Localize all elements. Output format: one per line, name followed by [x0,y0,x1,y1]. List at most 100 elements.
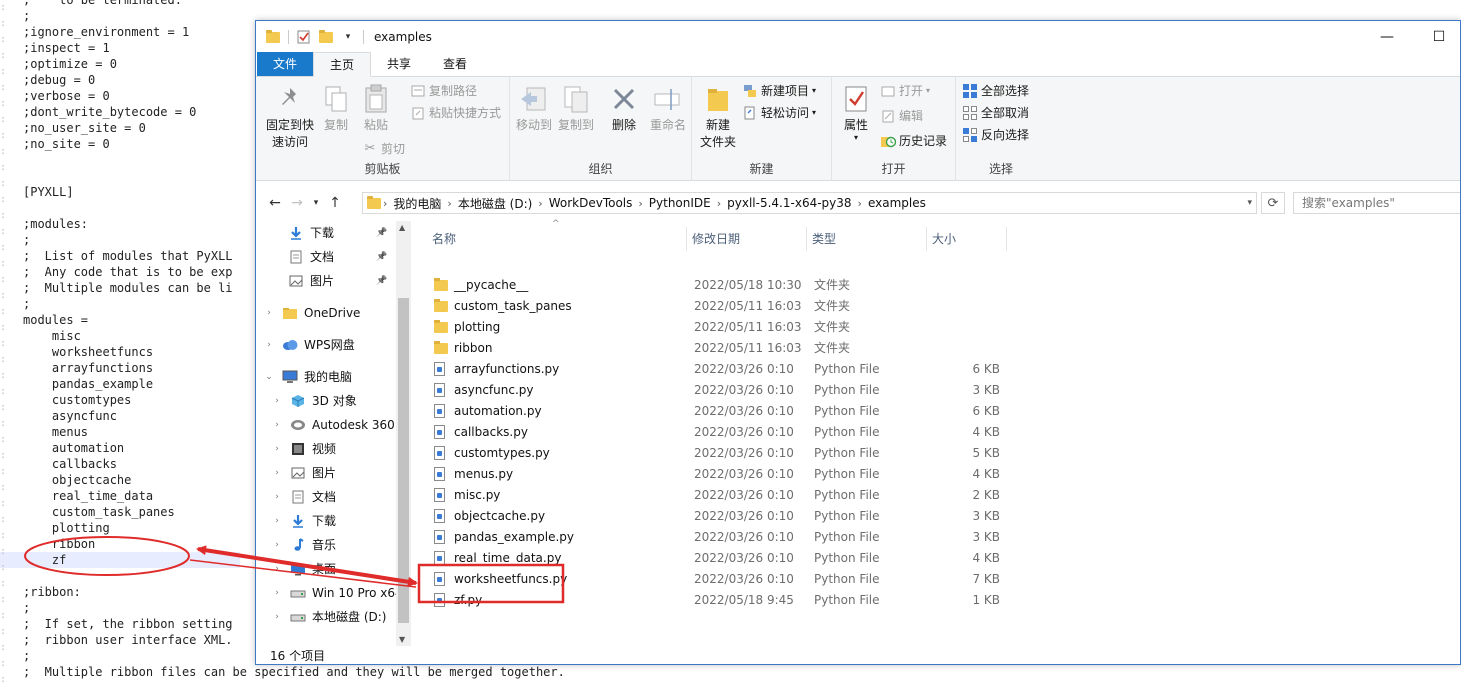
paste-shortcut-button[interactable]: 粘贴快捷方式 [410,103,501,123]
nav-item[interactable]: › 文档 [272,485,336,509]
editor-line[interactable]: [PYXLL] [0,184,74,200]
search-input[interactable]: 搜索"examples" [1293,192,1460,214]
paste-button[interactable]: 粘贴 [358,83,394,134]
file-row[interactable]: real_time_data.py 2022/03/26 0:10 Python F… [430,548,1015,569]
chevron-icon[interactable]: › [272,581,282,605]
nav-item[interactable]: ⌄ 我的电脑 [264,365,352,389]
select-none-button[interactable]: 全部取消 [962,103,1029,123]
move-to-button[interactable]: 移动到 [514,83,554,134]
edit-button[interactable]: 编辑 [880,106,923,126]
breadcrumb-separator-icon[interactable]: › [538,197,542,210]
file-row[interactable]: misc.py 2022/03/26 0:10 Python File 2 KB [430,485,1015,506]
nav-item[interactable]: 下载 📌 [272,221,387,245]
editor-line[interactable]: custom_task_panes [0,504,175,520]
select-all-button[interactable]: 全部选择 [962,81,1029,101]
nav-item[interactable]: 文档 📌 [272,245,387,269]
editor-line[interactable]: ;no_site = 0 [0,136,110,152]
file-row[interactable]: plotting 2022/05/11 16:03 文件夹 [430,317,1015,338]
history-button[interactable]: 历史记录 [880,131,947,151]
editor-line[interactable]: ;dont_write_bytecode = 0 [0,104,196,120]
new-item-button[interactable]: 新建项目 ▾ [742,81,816,101]
editor-line[interactable]: ; Multiple modules can be li [0,280,233,296]
chevron-down-icon[interactable]: ▾ [1247,198,1252,208]
nav-item[interactable]: › 桌面 [272,557,336,581]
nav-item[interactable]: › 音乐 [272,533,336,557]
nav-item[interactable]: › 3D 对象 [272,389,357,413]
editor-line[interactable]: pandas_example [0,376,153,392]
column-divider[interactable] [686,227,687,251]
file-row[interactable]: asyncfunc.py 2022/03/26 0:10 Python File 3 … [430,380,1015,401]
easy-access-button[interactable]: 轻松访问 ▾ [742,103,816,123]
copy-button[interactable]: 复制 [318,83,354,134]
address-bar[interactable]: › 我的电脑 › 本地磁盘 (D:) › WorkDevTools › PythonIDE ›… [362,192,1257,214]
editor-line[interactable]: ; If set, the ribbon setting [0,616,233,632]
chevron-icon[interactable]: › [272,605,282,629]
file-row[interactable]: customtypes.py 2022/03/26 0:10 Python File… [430,443,1015,464]
nav-item[interactable]: › WPS网盘 [264,333,355,357]
recent-locations-chevron-icon[interactable]: ▾ [308,198,324,208]
back-arrow-icon[interactable]: ← [264,195,286,211]
file-row[interactable]: callbacks.py 2022/03/26 0:10 Python File 4 … [430,422,1015,443]
file-row[interactable]: custom_task_panes 2022/05/11 16:03 文件夹 [430,296,1015,317]
nav-item[interactable]: › OneDrive [264,301,360,325]
nav-item[interactable]: › 下载 [272,509,336,533]
editor-line[interactable]: asyncfunc [0,408,117,424]
editor-line[interactable]: ;inspect = 1 [0,40,110,56]
nav-item[interactable]: › 图片 [272,461,336,485]
column-header-name[interactable]: 名称 [432,227,456,251]
editor-line[interactable]: ; Any code that is to be exp [0,264,233,280]
breadcrumb-item[interactable]: 我的电脑 [393,195,441,212]
properties-quick-icon[interactable] [297,30,311,44]
open-button[interactable]: 打开 ▾ [880,81,930,101]
copy-to-button[interactable]: 复制到 [556,83,596,134]
editor-line[interactable]: modules = [0,312,88,328]
rename-button[interactable]: 重命名 [646,83,690,134]
file-row[interactable]: menus.py 2022/03/26 0:10 Python File 4 KB [430,464,1015,485]
nav-item[interactable]: › 视频 [272,437,336,461]
editor-line[interactable]: objectcache [0,472,131,488]
editor-line[interactable]: ribbon [0,536,95,552]
file-row[interactable]: worksheetfuncs.py 2022/03/26 0:10 Python F… [430,569,1015,590]
breadcrumb-separator-icon[interactable]: › [858,197,862,210]
tab-file[interactable]: 文件 [257,52,314,76]
breadcrumb-item[interactable]: WorkDevTools [549,196,633,210]
editor-line[interactable]: arrayfunctions [0,360,153,376]
editor-line[interactable]: real_time_data [0,488,153,504]
chevron-icon[interactable]: › [272,485,282,509]
tab-home[interactable]: 主页 [313,52,372,77]
editor-line[interactable]: ;optimize = 0 [0,56,117,72]
scroll-up-icon[interactable]: ▲ [399,223,405,232]
breadcrumb-separator-icon[interactable]: › [638,197,642,210]
scroll-down-icon[interactable]: ▼ [399,635,405,644]
invert-selection-button[interactable]: 反向选择 [962,125,1029,145]
refresh-button[interactable]: ⟳ [1261,192,1285,214]
breadcrumb-item[interactable]: PythonIDE [649,196,711,210]
nav-item[interactable]: › Win 10 Pro x64 [272,581,402,605]
column-header-date[interactable]: 修改日期 [692,227,740,251]
file-row[interactable]: zf.py 2022/05/18 9:45 Python File 1 KB [430,590,1015,611]
breadcrumb-item[interactable]: pyxll-5.4.1-x64-py38 [727,196,851,210]
column-header-size[interactable]: 大小 [932,227,956,251]
file-row[interactable]: automation.py 2022/03/26 0:10 Python File 6… [430,401,1015,422]
tab-share[interactable]: 共享 [371,52,427,76]
chevron-icon[interactable]: › [272,461,282,485]
chevron-icon[interactable]: › [272,437,282,461]
breadcrumb-separator-icon[interactable]: › [447,197,451,210]
chevron-down-icon[interactable]: ▾ [341,30,355,44]
maximize-button[interactable]: ☐ [1416,21,1460,53]
nav-item[interactable]: › 本地磁盘 (D:) [272,605,386,629]
column-header-type[interactable]: 类型 [812,227,836,251]
chevron-icon[interactable]: › [264,301,274,325]
delete-button[interactable]: 删除 [604,83,644,134]
editor-line[interactable]: menus [0,424,88,440]
up-arrow-icon[interactable]: ↑ [324,195,346,211]
breadcrumb-separator-icon[interactable]: › [717,197,721,210]
new-folder-quick-icon[interactable] [319,29,333,44]
editor-line[interactable]: ;verbose = 0 [0,88,110,104]
file-row[interactable]: pandas_example.py 2022/03/26 0:10 Python F… [430,527,1015,548]
editor-line[interactable]: ; ribbon user interface XML. [0,632,233,648]
chevron-icon[interactable]: › [264,333,274,357]
file-row[interactable]: arrayfunctions.py 2022/03/26 0:10 Python F… [430,359,1015,380]
forward-arrow-icon[interactable]: → [286,195,308,211]
file-row[interactable]: __pycache__ 2022/05/18 10:30 文件夹 [430,275,1015,296]
